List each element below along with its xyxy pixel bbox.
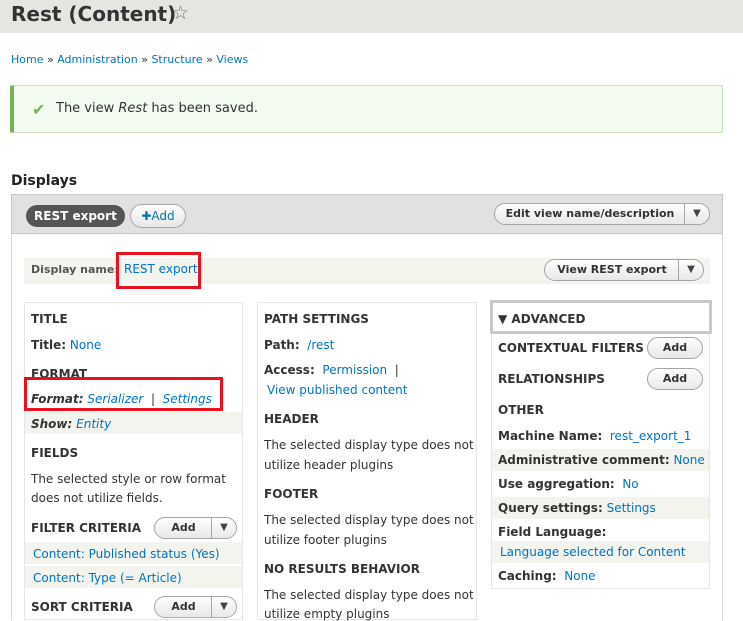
check-icon: ✔	[32, 100, 46, 119]
breadcrumb-administration[interactable]: Administration	[57, 53, 138, 66]
sort-heading: SORT CRITERIA	[31, 600, 133, 614]
title-row: Title: None	[31, 338, 102, 352]
show-row: Show: Entity	[31, 417, 112, 431]
plus-icon: ✚	[141, 209, 152, 223]
displays-heading: Displays	[11, 173, 78, 189]
display-tab-rest-export[interactable]: REST export	[26, 205, 125, 227]
add-display-button[interactable]: ✚Add	[130, 204, 186, 228]
filter-published-link[interactable]: Content: Published status (Yes)	[33, 547, 220, 561]
caching-link[interactable]: None	[564, 569, 595, 583]
highlight-format	[24, 377, 223, 411]
other-heading: OTHER	[498, 403, 544, 417]
machine-name-row: Machine Name: rest_export_1	[498, 429, 692, 443]
breadcrumb: Home » Administration » Structure » View…	[11, 53, 248, 66]
fields-text-1: The selected style or row format	[31, 472, 226, 486]
advanced-heading[interactable]: ▼ ADVANCED	[498, 312, 585, 326]
field-language-row: Field Language:	[498, 525, 607, 539]
triangle-down-icon: ▼	[498, 312, 512, 326]
aggregation-link[interactable]: No	[622, 477, 638, 491]
highlight-display-name	[116, 252, 201, 289]
caching-row: Caching: None	[498, 569, 596, 583]
footer-text-2: utilize footer plugins	[264, 533, 387, 547]
title-value-link[interactable]: None	[70, 338, 101, 352]
show-entity-link[interactable]: Entity	[76, 417, 111, 431]
footer-text-1: The selected display type does not	[264, 513, 474, 527]
chevron-down-icon[interactable]: ▼	[211, 597, 236, 617]
header-heading: HEADER	[264, 412, 319, 426]
field-language-link[interactable]: Language selected for Content	[500, 545, 686, 559]
fields-text-2: does not utilize fields.	[31, 491, 163, 505]
header-text-2: utilize header plugins	[264, 458, 394, 472]
no-results-text-1: The selected display type does not	[264, 588, 474, 602]
admin-comment-link[interactable]: None	[673, 453, 704, 467]
chevron-down-icon[interactable]: ▼	[211, 518, 236, 538]
filter-type-link[interactable]: Content: Type (= Article)	[33, 571, 182, 585]
contextual-filters-heading: CONTEXTUAL FILTERS	[498, 341, 644, 355]
breadcrumb-sep: »	[141, 53, 148, 66]
path-settings-heading: PATH SETTINGS	[264, 312, 369, 326]
access-permission-link[interactable]: Permission	[322, 363, 387, 377]
breadcrumb-sep: »	[46, 53, 54, 66]
breadcrumb-home[interactable]: Home	[11, 53, 43, 66]
aggregation-row: Use aggregation: No	[498, 477, 639, 491]
star-icon[interactable]: ☆	[172, 2, 189, 24]
fields-heading: FIELDS	[31, 446, 79, 460]
status-message: ✔ The view Rest has been saved.	[10, 85, 723, 133]
footer-heading: FOOTER	[264, 487, 319, 501]
breadcrumb-sep: »	[206, 53, 213, 66]
view-published-content-link[interactable]: View published content	[267, 383, 407, 397]
sort-add-button[interactable]: Add ▼	[154, 596, 237, 618]
display-name-label: Display name:	[31, 263, 119, 276]
view-rest-export-button[interactable]: View REST export ▼	[544, 259, 704, 281]
filter-add-button[interactable]: Add ▼	[154, 517, 237, 539]
query-settings-row: Query settings: Settings	[498, 501, 656, 515]
contextual-add-button[interactable]: Add	[647, 337, 703, 359]
access-row: Access: Permission |	[264, 363, 399, 377]
no-results-heading: NO RESULTS BEHAVIOR	[264, 562, 420, 576]
title-heading: TITLE	[31, 312, 68, 326]
relationships-heading: RELATIONSHIPS	[498, 372, 605, 386]
breadcrumb-views[interactable]: Views	[216, 53, 248, 66]
filter-heading: FILTER CRITERIA	[31, 521, 142, 535]
header-text-1: The selected display type does not	[264, 438, 474, 452]
admin-comment-row: Administrative comment: None	[498, 453, 705, 467]
no-results-text-2: utilize empty plugins	[264, 607, 390, 621]
edit-view-name-button[interactable]: Edit view name/description ▼	[494, 203, 710, 225]
chevron-down-icon[interactable]: ▼	[684, 204, 709, 224]
displays-tabs-bar: REST export ✚Add Edit view name/descript…	[11, 194, 723, 234]
chevron-down-icon[interactable]: ▼	[678, 260, 703, 280]
machine-name-link[interactable]: rest_export_1	[610, 429, 692, 443]
path-link[interactable]: /rest	[307, 338, 334, 352]
breadcrumb-structure[interactable]: Structure	[151, 53, 202, 66]
path-row: Path: /rest	[264, 338, 335, 352]
relationships-add-button[interactable]: Add	[647, 368, 703, 390]
status-message-text: The view Rest has been saved.	[56, 101, 258, 116]
query-settings-link[interactable]: Settings	[607, 501, 656, 515]
page-title: Rest (Content)	[11, 2, 177, 26]
